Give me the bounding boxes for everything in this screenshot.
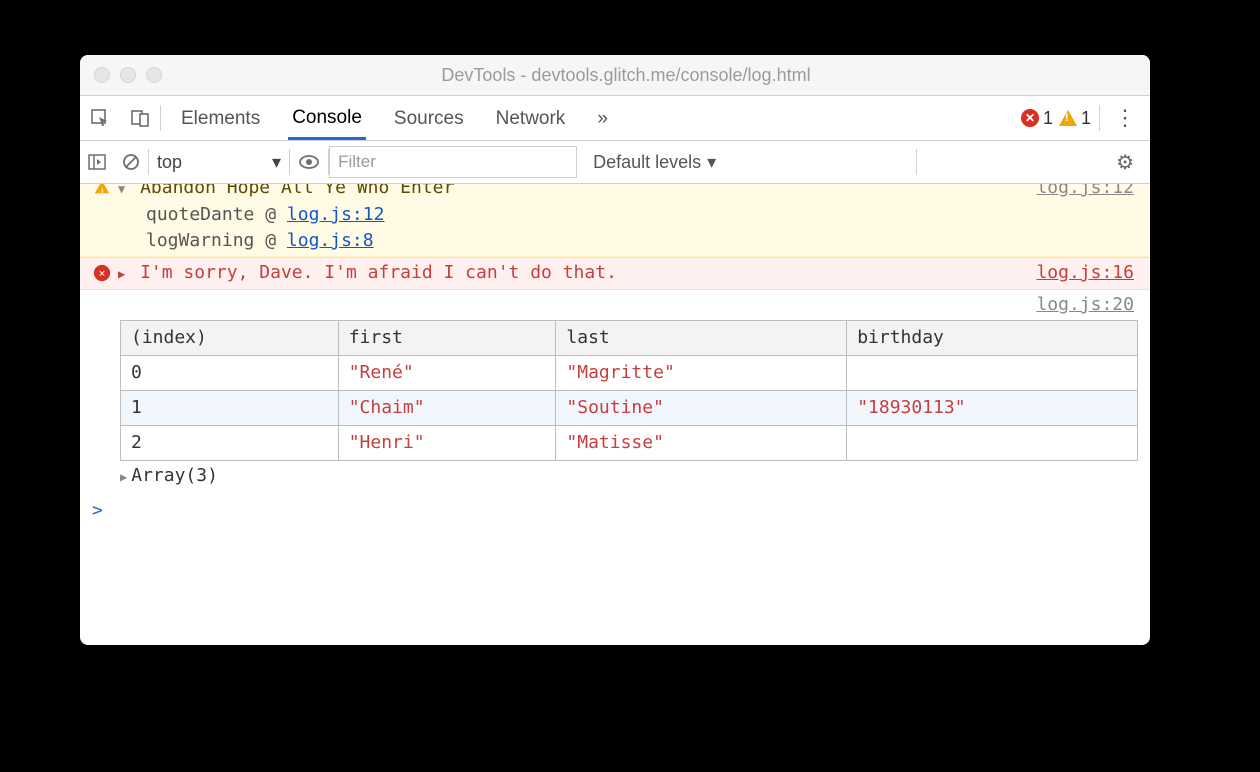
warning-source-link[interactable]: log.js:12 [1036, 184, 1138, 201]
console-table-entry: log.js:20 [80, 290, 1150, 320]
clear-console-icon[interactable] [114, 153, 148, 171]
tab-network[interactable]: Network [492, 98, 570, 138]
execution-context-selector[interactable]: top ▾ [149, 152, 289, 173]
warning-icon [1059, 110, 1077, 126]
filter-input[interactable] [329, 146, 577, 178]
chevron-down-icon: ▾ [272, 152, 281, 173]
traffic-zoom[interactable] [146, 67, 162, 83]
traffic-minimize[interactable] [120, 67, 136, 83]
levels-label: Default levels [593, 152, 701, 173]
more-options-icon[interactable]: ⋮ [1100, 105, 1150, 131]
console-log-pane: ▼ Abandon Hope All Ye Who Enter quoteDan… [80, 184, 1150, 645]
tabs-overflow[interactable]: » [593, 98, 612, 138]
titlebar: DevTools - devtools.glitch.me/console/lo… [80, 55, 1150, 96]
toggle-console-sidebar-icon[interactable] [80, 153, 114, 171]
table-header-birthday[interactable]: birthday [847, 321, 1138, 356]
device-toolbar-icon[interactable] [120, 108, 160, 128]
log-levels-selector[interactable]: Default levels ▾ [585, 152, 724, 173]
console-toolbar: top ▾ Default levels ▾ ⚙ [80, 141, 1150, 184]
warning-count: 1 [1081, 108, 1091, 129]
console-error-entry[interactable]: ✕ ▶ I'm sorry, Dave. I'm afraid I can't … [80, 257, 1150, 290]
source-link[interactable]: log.js:8 [287, 230, 374, 251]
panel-tabs: Elements Console Sources Network » [167, 97, 622, 140]
tab-console[interactable]: Console [288, 97, 366, 140]
console-prompt[interactable]: > [80, 492, 1150, 530]
expand-caret-icon[interactable]: ▶ [118, 261, 125, 287]
error-message: I'm sorry, Dave. I'm afraid I can't do t… [140, 262, 617, 283]
main-toolbar: Elements Console Sources Network » ✕ 1 1… [80, 96, 1150, 141]
console-settings-icon[interactable]: ⚙ [1108, 150, 1150, 175]
error-count-badge[interactable]: ✕ 1 [1021, 108, 1053, 129]
window-title: DevTools - devtools.glitch.me/console/lo… [162, 65, 1150, 86]
devtools-window: DevTools - devtools.glitch.me/console/lo… [80, 55, 1150, 645]
expand-caret-icon[interactable]: ▼ [118, 184, 125, 202]
table-underlying-array[interactable]: ▶Array(3) [80, 461, 1150, 492]
stack-frame: quoteDante @ log.js:12 [118, 202, 1036, 228]
table-row[interactable]: 0 "René" "Magritte" [121, 356, 1138, 391]
warning-count-badge[interactable]: 1 [1059, 108, 1091, 129]
table-source-link[interactable]: log.js:20 [1036, 292, 1138, 318]
live-expression-icon[interactable] [290, 153, 328, 171]
traffic-close[interactable] [94, 67, 110, 83]
error-icon: ✕ [1021, 109, 1039, 127]
table-header-index[interactable]: (index) [121, 321, 339, 356]
context-label: top [157, 152, 182, 173]
tab-elements[interactable]: Elements [177, 98, 264, 138]
error-source-link[interactable]: log.js:16 [1036, 260, 1138, 286]
console-warning-entry[interactable]: ▼ Abandon Hope All Ye Who Enter quoteDan… [80, 184, 1150, 257]
table-header-last[interactable]: last [556, 321, 847, 356]
prompt-caret-icon: > [92, 500, 103, 521]
error-count: 1 [1043, 108, 1053, 129]
tab-sources[interactable]: Sources [390, 98, 468, 138]
table-row[interactable]: 2 "Henri" "Matisse" [121, 426, 1138, 461]
source-link[interactable]: log.js:12 [287, 204, 385, 225]
traffic-lights [80, 67, 162, 83]
chevron-down-icon: ▾ [707, 152, 716, 173]
stack-frame: logWarning @ log.js:8 [118, 228, 1036, 254]
warning-icon [95, 184, 109, 193]
warning-message: Abandon Hope All Ye Who Enter [140, 184, 454, 198]
table-row[interactable]: 1 "Chaim" "Soutine" "18930113" [121, 391, 1138, 426]
inspect-element-icon[interactable] [80, 108, 120, 128]
table-header-first[interactable]: first [338, 321, 556, 356]
expand-caret-icon[interactable]: ▶ [120, 464, 127, 490]
console-table: (index) first last birthday 0 "René" "Ma… [120, 320, 1138, 461]
error-icon: ✕ [94, 265, 110, 281]
